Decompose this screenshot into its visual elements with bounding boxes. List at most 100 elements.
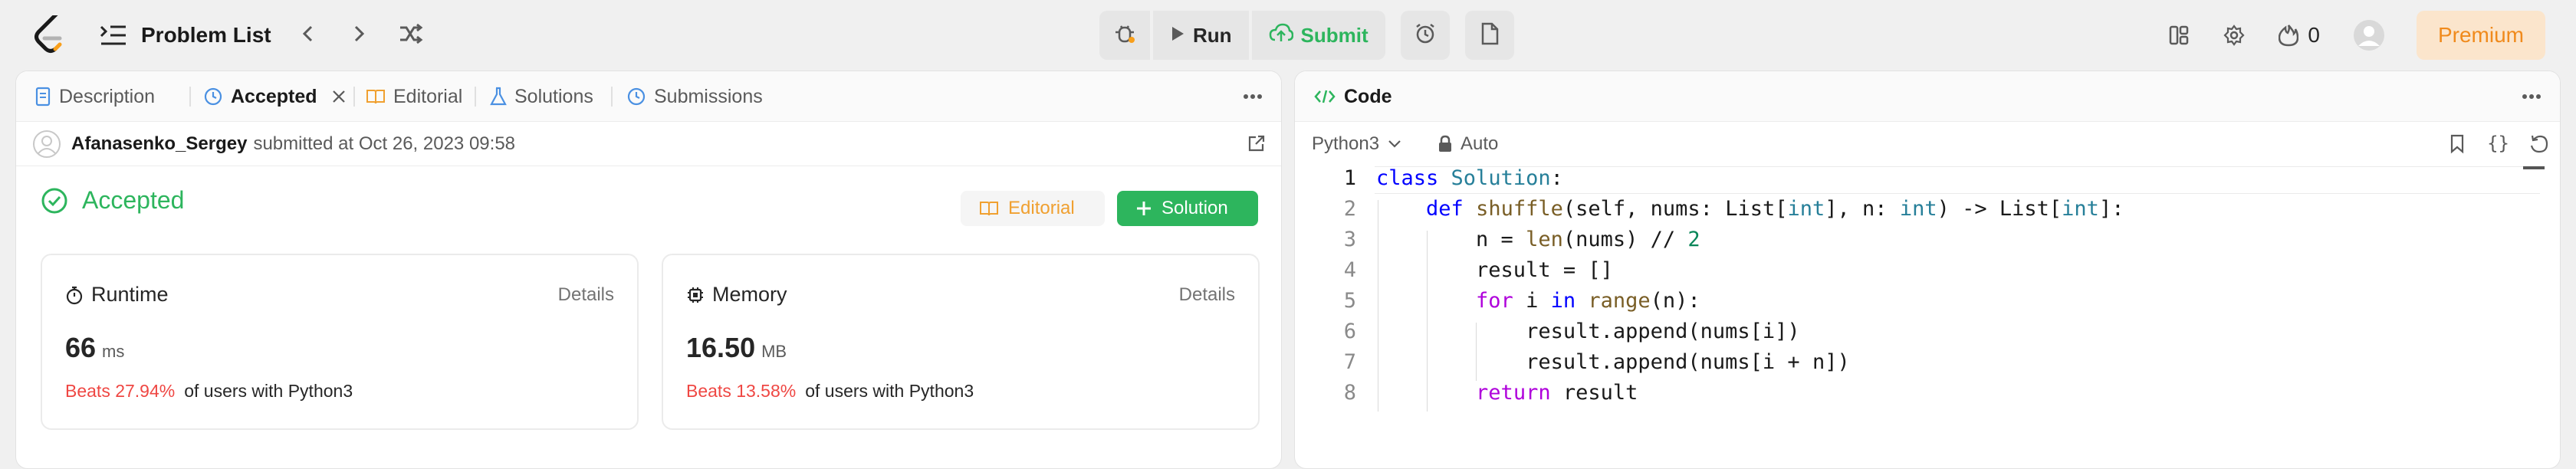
check-circle-icon bbox=[41, 187, 68, 215]
tab-editorial[interactable]: Editorial bbox=[366, 71, 462, 122]
more-options-icon[interactable] bbox=[2520, 85, 2543, 108]
run-button[interactable]: Run bbox=[1153, 11, 1249, 60]
note-icon bbox=[1480, 22, 1500, 49]
tab-divider bbox=[475, 87, 476, 107]
tab-submissions[interactable]: Submissions bbox=[626, 71, 763, 122]
memory-unit: MB bbox=[761, 342, 787, 361]
format-braces-icon[interactable]: {} bbox=[2487, 133, 2509, 154]
open-external-icon[interactable] bbox=[1247, 134, 1266, 153]
problem-list-button[interactable]: Problem List bbox=[100, 17, 271, 54]
submit-button[interactable]: Submit bbox=[1251, 11, 1385, 60]
run-label: Run bbox=[1193, 23, 1232, 47]
history-icon bbox=[626, 87, 646, 107]
user-avatar[interactable] bbox=[33, 130, 61, 158]
runtime-card[interactable]: Runtime Details 66 ms Beats 27.94% of user… bbox=[41, 254, 639, 430]
fire-icon bbox=[2279, 24, 2299, 47]
status-accepted: Accepted bbox=[41, 186, 184, 215]
chevron-down-icon bbox=[1387, 139, 1402, 149]
editorial-button[interactable]: Editorial bbox=[961, 191, 1105, 226]
submitter-username[interactable]: Afanasenko_Sergey bbox=[71, 133, 247, 155]
memory-details-link[interactable]: Details bbox=[1179, 284, 1235, 306]
document-icon bbox=[34, 87, 51, 107]
reset-icon[interactable] bbox=[2529, 134, 2549, 154]
runtime-details-link[interactable]: Details bbox=[558, 284, 614, 306]
next-problem-button[interactable] bbox=[343, 20, 374, 51]
tab-solutions-label: Solutions bbox=[514, 85, 593, 107]
book-open-icon bbox=[979, 200, 999, 217]
premium-button[interactable]: Premium bbox=[2417, 11, 2545, 60]
auto-mode-toggle[interactable]: Auto bbox=[1438, 122, 1498, 166]
memory-number: 16.50 bbox=[686, 332, 756, 363]
clock-check-icon bbox=[203, 87, 223, 107]
solution-button-label: Solution bbox=[1162, 198, 1228, 218]
runtime-value: 66 ms bbox=[65, 332, 124, 364]
minimap-indicator bbox=[2523, 166, 2545, 169]
streak-counter[interactable]: 0 bbox=[2279, 23, 2320, 48]
random-problem-button[interactable] bbox=[396, 20, 426, 51]
play-icon bbox=[1170, 24, 1185, 48]
memory-beats: Beats 13.58% of users with Python3 bbox=[686, 381, 974, 402]
layout-icon[interactable] bbox=[2168, 25, 2190, 46]
runtime-number: 66 bbox=[65, 332, 97, 363]
memory-beats-pct: Beats 13.58% bbox=[686, 381, 797, 401]
list-icon bbox=[100, 24, 127, 47]
submitted-at-text: submitted at Oct 26, 2023 09:58 bbox=[253, 133, 516, 154]
line-number: 3 bbox=[1343, 228, 1356, 251]
debug-button[interactable] bbox=[1099, 11, 1150, 60]
tab-code-label: Code bbox=[1344, 85, 1392, 107]
close-icon[interactable] bbox=[331, 89, 347, 104]
notes-button[interactable] bbox=[1464, 11, 1514, 60]
tab-description[interactable]: Description bbox=[34, 71, 155, 122]
code-line-3: n = len(nums) // 2 bbox=[1376, 228, 1700, 251]
code-line-6: result.append(nums[i]) bbox=[1376, 320, 1800, 343]
avatar[interactable] bbox=[2354, 20, 2384, 51]
alarm-clock-icon bbox=[1414, 22, 1437, 49]
language-select[interactable]: Python3 bbox=[1312, 122, 1402, 166]
line-number: 8 bbox=[1343, 381, 1356, 405]
runtime-beats: Beats 27.94% of users with Python3 bbox=[65, 381, 353, 402]
tab-accepted[interactable]: Accepted bbox=[203, 71, 347, 122]
flask-icon bbox=[490, 87, 507, 107]
bookmark-icon[interactable] bbox=[2450, 134, 2465, 154]
code-line-1: class Solution: bbox=[1376, 166, 1563, 190]
prev-problem-button[interactable] bbox=[293, 20, 324, 51]
problem-list-label: Problem List bbox=[141, 23, 271, 47]
tab-divider bbox=[189, 87, 191, 107]
lock-icon bbox=[1438, 135, 1453, 153]
submission-info-bar: Afanasenko_Sergey submitted at Oct 26, 2… bbox=[16, 122, 1281, 166]
streak-count: 0 bbox=[2308, 23, 2320, 47]
line-number: 2 bbox=[1343, 197, 1356, 221]
cloud-upload-icon bbox=[1269, 23, 1293, 48]
settings-gear-icon[interactable] bbox=[2223, 25, 2245, 46]
language-label: Python3 bbox=[1312, 133, 1380, 154]
chevron-left-icon bbox=[301, 25, 316, 47]
status-label: Accepted bbox=[82, 186, 185, 214]
chip-icon bbox=[686, 286, 705, 304]
line-number: 4 bbox=[1343, 258, 1356, 282]
chevron-right-icon bbox=[351, 25, 366, 47]
tab-solutions[interactable]: Solutions bbox=[490, 71, 593, 122]
leetcode-logo[interactable] bbox=[31, 15, 67, 55]
line-number: 6 bbox=[1343, 320, 1356, 343]
memory-card[interactable]: Memory Details 16.50 MB Beats 13.58% of us… bbox=[662, 254, 1260, 430]
tab-description-label: Description bbox=[59, 85, 156, 107]
tab-editorial-label: Editorial bbox=[393, 85, 463, 107]
code-line-8: return result bbox=[1476, 381, 1638, 405]
editorial-button-label: Editorial bbox=[1008, 198, 1075, 218]
tab-accepted-label: Accepted bbox=[231, 85, 317, 107]
runtime-unit: ms bbox=[102, 342, 125, 361]
stopwatch-icon bbox=[65, 285, 84, 305]
code-line-5: for i in range(n): bbox=[1476, 289, 1700, 313]
submit-label: Submit bbox=[1300, 23, 1368, 47]
runtime-title-label: Runtime bbox=[91, 283, 169, 306]
tab-code[interactable]: Code bbox=[1313, 71, 1392, 122]
memory-beats-text: of users with Python3 bbox=[805, 381, 974, 401]
top-bar: Problem List Run Submit 0 Premium bbox=[0, 0, 2576, 71]
plus-icon bbox=[1135, 200, 1152, 217]
more-options-icon[interactable] bbox=[1241, 85, 1264, 108]
code-editor[interactable]: 1 2 3 4 5 6 7 8 class Solution: def shuf… bbox=[1295, 166, 2560, 468]
line-number: 7 bbox=[1343, 350, 1356, 374]
shuffle-icon bbox=[399, 23, 423, 48]
timer-button[interactable] bbox=[1400, 11, 1450, 60]
add-solution-button[interactable]: Solution bbox=[1117, 191, 1258, 226]
